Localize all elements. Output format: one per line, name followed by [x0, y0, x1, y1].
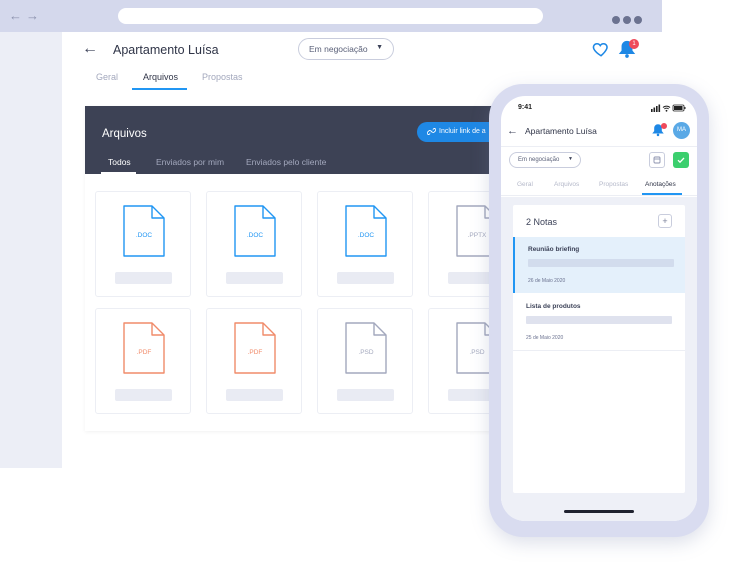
phone-status-value: Em negociação — [518, 157, 560, 163]
phone-back-arrow-icon[interactable]: ← — [507, 125, 518, 137]
note-preview-placeholder — [528, 259, 674, 267]
file-card[interactable]: .PDF — [206, 308, 302, 414]
browser-back-icon[interactable]: ← — [9, 8, 22, 24]
note-title: Reunião briefing — [528, 246, 580, 253]
phone-notification-dot — [661, 123, 667, 129]
status-select[interactable]: Em negociação ▼ — [298, 38, 394, 60]
sidebar — [0, 32, 62, 468]
notes-card: 2 Notas + Reunião briefing 26 de Maio 20… — [513, 205, 685, 493]
phone-header-divider — [501, 146, 697, 147]
url-bar[interactable] — [118, 8, 543, 24]
calendar-icon[interactable] — [649, 152, 665, 168]
file-icon — [234, 205, 276, 257]
note-preview-placeholder — [526, 316, 672, 324]
add-link-label: Incluir link de a — [439, 128, 486, 135]
file-extension-label: .DOC — [246, 232, 264, 239]
link-icon — [427, 128, 436, 135]
file-extension-label: .PDF — [136, 349, 152, 356]
file-icon — [345, 205, 387, 257]
add-note-button[interactable]: + — [658, 214, 672, 228]
file-extension-label: .DOC — [135, 232, 153, 239]
note-item[interactable]: Reunião briefing 26 de Maio 2020 — [513, 237, 685, 293]
file-name-placeholder — [337, 272, 394, 284]
check-icon[interactable] — [673, 152, 689, 168]
sub-tab-todos[interactable]: Todos — [108, 157, 131, 167]
phone-tab-anotacoes[interactable]: Anotações — [645, 181, 676, 188]
tab-propostas[interactable]: Propostas — [202, 72, 243, 82]
window-menu-icon[interactable] — [612, 11, 645, 29]
avatar[interactable]: MA — [673, 122, 690, 139]
file-name-placeholder — [115, 272, 172, 284]
phone-chevron-down-icon: ▼ — [568, 156, 573, 162]
sub-tab-enviados-por-mim[interactable]: Enviados por mim — [156, 157, 224, 167]
active-sub-tab-indicator — [101, 172, 136, 174]
phone-active-tab-indicator — [642, 193, 682, 195]
file-extension-label: .PSD — [358, 349, 374, 356]
file-card[interactable]: .PSD — [317, 308, 413, 414]
back-arrow-icon[interactable]: ← — [82, 40, 98, 58]
notification-badge: 1 — [629, 39, 639, 49]
phone-body: 2 Notas + Reunião briefing 26 de Maio 20… — [501, 197, 697, 521]
note-date: 25 de Maio 2020 — [526, 335, 564, 341]
chevron-down-icon: ▼ — [376, 44, 383, 51]
tab-arquivos[interactable]: Arquivos — [143, 72, 178, 82]
phone-frame: 9:41 ← Apartamento Luísa MA Em negociaçã… — [489, 84, 709, 537]
tab-geral[interactable]: Geral — [96, 72, 118, 82]
file-icon — [234, 322, 276, 374]
browser-toolbar: ← → — [0, 0, 662, 32]
notes-count: 2 Notas — [526, 217, 558, 227]
status-time: 9:41 — [518, 104, 533, 111]
status-select-value: Em negociação — [309, 44, 368, 54]
note-item[interactable]: Lista de produtos 25 de Maio 2020 — [513, 294, 685, 350]
file-icon — [123, 322, 165, 374]
sub-tab-enviados-pelo-cliente[interactable]: Enviados pelo cliente — [246, 157, 326, 167]
status-bar-icon — [651, 104, 686, 112]
file-icon — [345, 322, 387, 374]
file-card[interactable]: .DOC — [95, 191, 191, 297]
file-name-placeholder — [226, 389, 283, 401]
phone-screen: 9:41 ← Apartamento Luísa MA Em negociaçã… — [501, 96, 697, 521]
file-extension-label: .DOC — [357, 232, 375, 239]
phone-tab-bar: Geral Arquivos Propostas Anotações — [501, 176, 697, 196]
file-name-placeholder — [226, 272, 283, 284]
phone-tab-arquivos[interactable]: Arquivos — [554, 181, 579, 188]
heart-icon[interactable] — [592, 40, 610, 58]
file-icon — [123, 205, 165, 257]
file-card[interactable]: .PDF — [95, 308, 191, 414]
home-indicator — [564, 510, 634, 513]
file-card[interactable]: .DOC — [206, 191, 302, 297]
note-title: Lista de produtos — [526, 303, 581, 310]
note-date: 26 de Maio 2020 — [528, 278, 566, 284]
note-divider — [513, 350, 685, 351]
phone-status-select[interactable]: Em negociação ▼ — [509, 152, 581, 168]
phone-tab-geral[interactable]: Geral — [517, 181, 533, 188]
phone-page-title: Apartamento Luísa — [525, 126, 597, 136]
page-title: Apartamento Luísa — [113, 43, 219, 57]
file-name-placeholder — [115, 389, 172, 401]
phone-tab-propostas[interactable]: Propostas — [599, 181, 628, 188]
file-extension-label: .PDF — [247, 349, 263, 356]
active-tab-indicator — [132, 88, 187, 90]
browser-forward-icon[interactable]: → — [26, 8, 39, 24]
files-panel-title: Arquivos — [102, 128, 147, 140]
file-card[interactable]: .DOC — [317, 191, 413, 297]
file-name-placeholder — [337, 389, 394, 401]
